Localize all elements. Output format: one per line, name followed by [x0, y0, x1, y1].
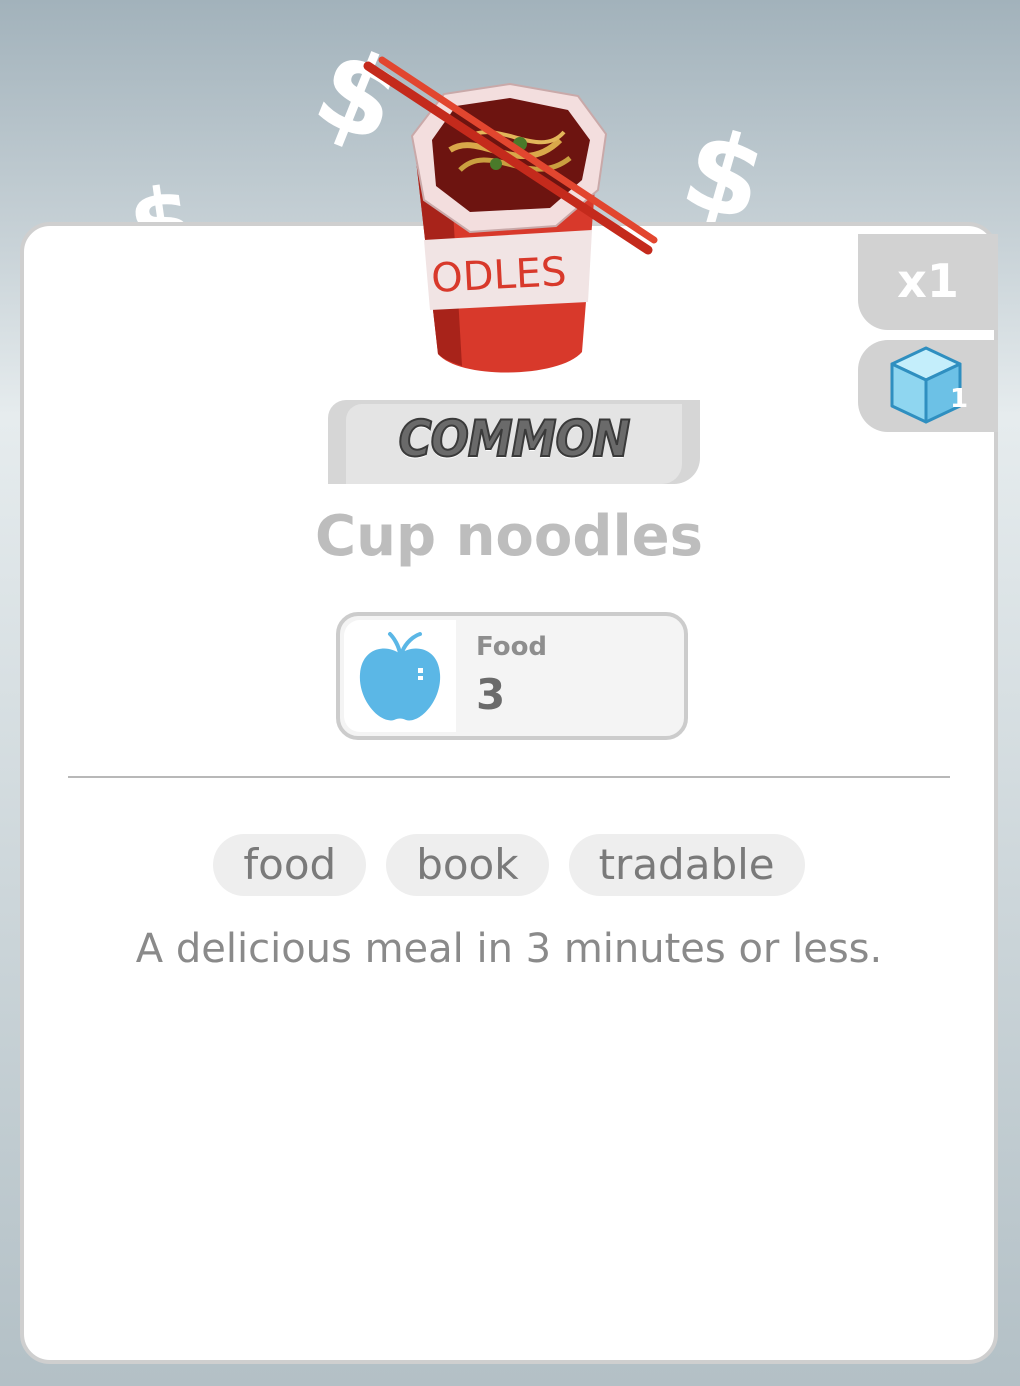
food-stat-box: Food 3 [336, 612, 688, 740]
cup-noodles-image: ODLES [363, 56, 658, 373]
tag-list: food book tradable [24, 834, 994, 896]
quantity-label: x1 [897, 254, 959, 308]
cube-count: 1 [950, 384, 969, 414]
item-description: A delicious meal in 3 minutes or less. [135, 926, 883, 972]
item-name: Cup noodles [315, 504, 703, 569]
divider [68, 776, 950, 778]
item-card: x1 1 COMMON Cup noodles Food 3 food book… [20, 222, 998, 1364]
stat-icon-wrap [344, 620, 456, 732]
stat-value: 3 [476, 670, 506, 719]
stat-label: Food [476, 632, 548, 662]
rarity-badge: COMMON [328, 400, 700, 484]
dollar-sign-decoration: $ [669, 102, 779, 248]
tag-book: book [386, 834, 549, 896]
tag-food: food [213, 834, 367, 896]
quantity-tab: x1 [858, 234, 998, 330]
cup-label-text: ODLES [430, 249, 567, 302]
tag-tradable: tradable [568, 834, 805, 896]
rarity-label: COMMON [398, 409, 632, 469]
apple-icon [359, 632, 441, 721]
cube-currency-tab[interactable]: 1 [858, 340, 998, 432]
